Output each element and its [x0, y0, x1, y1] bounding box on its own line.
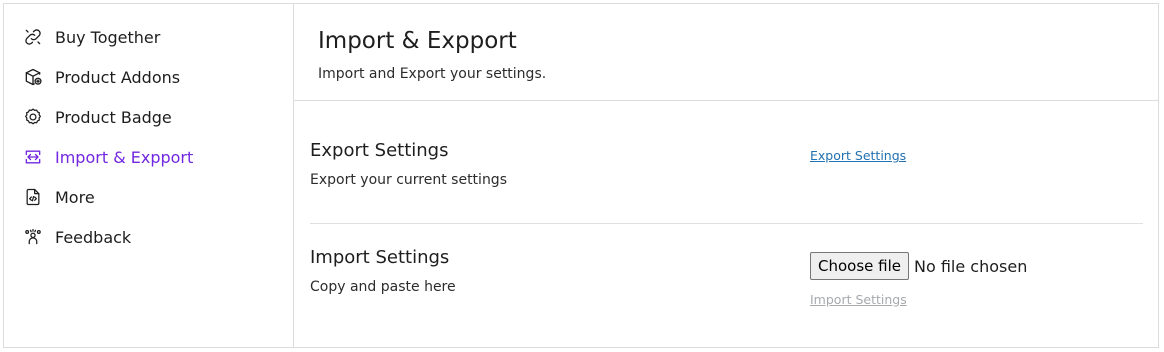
page-header: Import & Expport Import and Export your … [294, 4, 1158, 101]
import-export-icon [22, 146, 44, 168]
sidebar-item-label: Product Addons [55, 67, 181, 87]
import-settings-button[interactable]: Import Settings [810, 292, 907, 307]
sidebar-item-buy-together[interactable]: Buy Together [4, 17, 293, 57]
sidebar-item-label: Feedback [55, 227, 132, 247]
file-status: No file chosen [914, 256, 1028, 276]
sidebar-item-feedback[interactable]: Feedback [4, 217, 293, 257]
code-file-icon [22, 186, 44, 208]
sidebar: Buy Together Product Addons Product Badg… [4, 4, 294, 347]
choose-file-button[interactable]: Choose file [810, 252, 909, 280]
export-settings-row: Export Settings Export your current sett… [310, 101, 1143, 224]
sidebar-item-more[interactable]: More [4, 177, 293, 217]
sidebar-item-product-addons[interactable]: Product Addons [4, 57, 293, 97]
link-icon [22, 26, 44, 48]
sidebar-item-product-badge[interactable]: Product Badge [4, 97, 293, 137]
sidebar-item-import-export[interactable]: Import & Expport [4, 137, 293, 177]
sidebar-item-label: Product Badge [55, 107, 172, 127]
box-plus-icon [22, 66, 44, 88]
page-title: Import & Expport [318, 28, 517, 54]
feedback-icon [22, 226, 44, 248]
export-settings-button[interactable]: Export Settings [810, 148, 906, 163]
export-settings-description: Export your current settings [310, 172, 507, 188]
file-input: Choose file No file chosen [810, 252, 1027, 280]
import-settings-row: Import Settings Copy and paste here Choo… [310, 224, 1143, 347]
import-settings-title: Import Settings [310, 247, 450, 268]
export-settings-title: Export Settings [310, 140, 449, 161]
sidebar-item-label: More [55, 187, 95, 207]
badge-icon [22, 106, 44, 128]
sidebar-item-label: Import & Expport [55, 147, 194, 167]
page-subtitle: Import and Export your settings. [318, 66, 547, 82]
settings-body: Export Settings Export your current sett… [294, 101, 1158, 347]
import-settings-description: Copy and paste here [310, 279, 456, 295]
settings-panel: Buy Together Product Addons Product Badg… [3, 3, 1159, 348]
main-content: Import & Expport Import and Export your … [294, 4, 1158, 347]
sidebar-item-label: Buy Together [55, 27, 161, 47]
